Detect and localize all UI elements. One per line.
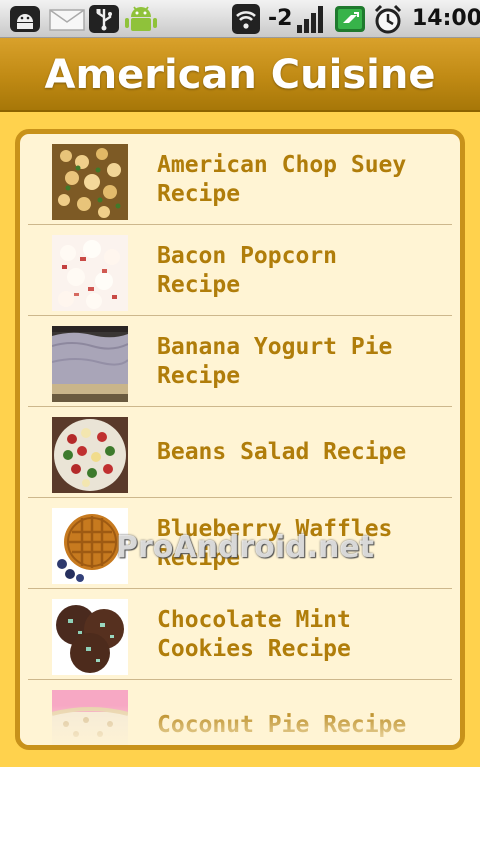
list-item-label: Blueberry Waffles Recipe [157, 515, 393, 571]
debug-android-icon [125, 6, 157, 31]
battery-icon [335, 6, 365, 32]
list-item-label: Beans Salad Recipe [157, 439, 407, 465]
beans-salad-image [52, 417, 128, 493]
list-item-label: Bacon Popcorn Recipe [157, 242, 338, 298]
wifi-icon [232, 4, 260, 34]
status-bar: -2 14:00 [0, 0, 480, 38]
recipe-list[interactable]: American Chop Suey Recipe Bacon Popcorn … [15, 129, 465, 750]
list-item-label: American Chop Suey Recipe [157, 151, 407, 207]
bacon-popcorn-image [52, 235, 128, 311]
alarm-icon [374, 4, 402, 34]
blueberry-waffles-image [52, 508, 128, 584]
list-item[interactable]: American Chop Suey Recipe [28, 134, 452, 225]
list-item-label: Coconut Pie Recipe [157, 712, 407, 738]
list-item[interactable]: Banana Yogurt Pie Recipe [28, 316, 452, 407]
usb-icon [89, 5, 119, 33]
list-item[interactable]: Blueberry Waffles Recipe [28, 498, 452, 589]
chop-suey-image [52, 144, 128, 220]
list-item[interactable]: Bacon Popcorn Recipe [28, 225, 452, 316]
content-area: American Chop Suey Recipe Bacon Popcorn … [0, 112, 480, 767]
app-title: American Cuisine [44, 52, 436, 98]
list-item[interactable]: Coconut Pie Recipe [28, 680, 452, 745]
list-item-label: Chocolate Mint Cookies Recipe [157, 606, 351, 662]
mail-icon [49, 9, 85, 31]
clock-time: 14:00 [412, 6, 480, 31]
list-item[interactable]: Chocolate Mint Cookies Recipe [28, 589, 452, 680]
signal-label: -2 [268, 6, 293, 31]
coconut-pie-image [52, 690, 128, 745]
list-item[interactable]: Beans Salad Recipe [28, 407, 452, 498]
signal-icon [297, 6, 323, 33]
list-item-label: Banana Yogurt Pie Recipe [157, 333, 393, 389]
banana-yogurt-pie-image [52, 326, 128, 402]
android-icon [10, 6, 40, 32]
chocolate-mint-cookies-image [52, 599, 128, 675]
title-bar: American Cuisine [0, 38, 480, 112]
